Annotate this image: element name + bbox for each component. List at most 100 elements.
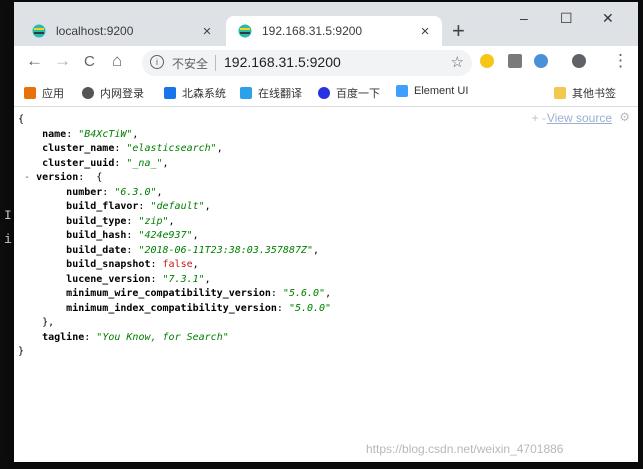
gear-icon[interactable]: ⚙: [619, 110, 630, 124]
json-key: build_hash: [66, 230, 127, 241]
json-key: version: [36, 172, 79, 183]
json-key: tagline: [42, 331, 85, 343]
bookmark-intranet-login[interactable]: 内网登录: [82, 85, 144, 101]
bookmark-star-icon[interactable]: ☆: [451, 53, 464, 71]
json-value: "zip": [138, 215, 169, 227]
security-label[interactable]: 不安全: [172, 55, 208, 72]
json-punctuation: }: [18, 346, 25, 357]
bookmark-beisen[interactable]: 北森系统: [164, 85, 226, 101]
json-value: "7.3.1": [162, 273, 205, 285]
json-value: "5.0.0": [288, 302, 332, 314]
json-value: "_na_": [126, 157, 163, 169]
bookmark-label: 应用: [42, 88, 64, 100]
tab-localhost[interactable]: localhost:9200 ×: [20, 16, 224, 46]
json-line: cluster_name: "elasticsearch",: [18, 142, 331, 157]
json-colon: :: [126, 215, 139, 227]
view-source-link[interactable]: View source: [547, 111, 612, 125]
json-punctuation: ,: [162, 157, 169, 169]
json-colon: :: [102, 186, 115, 198]
divider: [215, 55, 216, 71]
json-key: cluster_name: [42, 143, 115, 154]
json-colon: :: [126, 244, 139, 256]
tab-strip: localhost:9200 × 192.168.31.5:9200 × + –…: [14, 2, 638, 46]
url-text[interactable]: 192.168.31.5:9200: [224, 54, 341, 70]
json-line: build_flavor: "default",: [18, 200, 331, 215]
json-key: build_snapshot: [66, 259, 151, 270]
new-tab-button[interactable]: +: [452, 18, 465, 44]
json-punctuation: ,: [132, 128, 139, 140]
bookmark-apps[interactable]: 应用: [24, 85, 64, 101]
json-colon: :: [150, 273, 163, 285]
bookmark-b-icon: [164, 87, 176, 99]
json-key: build_date: [66, 244, 127, 256]
bookmark-element-ui[interactable]: Element UI: [396, 85, 468, 97]
json-colon: :: [126, 230, 139, 241]
elasticsearch-favicon-icon: [32, 24, 46, 38]
elasticsearch-favicon-icon: [238, 24, 252, 38]
json-punctuation: ,: [192, 259, 199, 270]
extension-icon[interactable]: [534, 54, 548, 68]
bookmark-translate[interactable]: 在线翻译: [240, 85, 302, 101]
home-button[interactable]: ⌂: [112, 51, 122, 71]
address-bar[interactable]: i 不安全 192.168.31.5:9200 ☆: [142, 50, 472, 76]
json-key: cluster_uuid: [42, 157, 115, 169]
back-button[interactable]: ←: [26, 51, 43, 71]
expand-collapse-controls[interactable]: + -: [532, 111, 546, 125]
json-colon: :: [114, 157, 127, 169]
json-punctuation: ,: [204, 201, 211, 212]
json-value: "elasticsearch": [126, 143, 217, 154]
tab-close-icon[interactable]: ×: [416, 23, 434, 40]
bookmark-other[interactable]: 其他书签: [554, 85, 616, 101]
json-line: }: [18, 345, 331, 360]
menu-button[interactable]: ⋮: [612, 51, 629, 71]
info-icon[interactable]: i: [150, 55, 164, 69]
extension-v-icon[interactable]: [508, 54, 522, 68]
json-key: build_flavor: [66, 201, 139, 212]
json-line: cluster_uuid: "_na_",: [18, 157, 331, 172]
bookmark-baidu[interactable]: 百度一下: [318, 85, 380, 101]
json-line: {: [18, 113, 331, 128]
json-punctuation: {: [18, 114, 25, 125]
profile-avatar-icon[interactable]: [572, 54, 586, 68]
reload-button[interactable]: C: [84, 53, 95, 70]
tab-close-icon[interactable]: ×: [198, 23, 216, 40]
element-ui-icon: [396, 85, 408, 97]
collapse-toggle[interactable]: -: [24, 172, 36, 183]
close-window-button[interactable]: ✕: [602, 10, 614, 27]
json-key: number: [66, 186, 103, 198]
tab-192-168-31-5[interactable]: 192.168.31.5:9200 ×: [226, 16, 442, 46]
minimize-button[interactable]: –: [520, 10, 528, 26]
maximize-button[interactable]: ☐: [560, 10, 573, 27]
forward-button[interactable]: →: [54, 51, 71, 71]
json-key: minimum_index_compatibility_version: [66, 302, 277, 314]
json-value: "default": [150, 201, 205, 212]
json-punctuation: ,: [325, 288, 332, 299]
json-value: "6.3.0": [114, 186, 157, 198]
bookmark-label: 其他书签: [572, 88, 616, 100]
page-content: + - View source ⚙ { name: "B4XcTiW", clu…: [14, 107, 638, 462]
json-colon: :: [114, 143, 127, 154]
json-value: "B4XcTiW": [78, 128, 133, 140]
translate-d-icon: [240, 87, 252, 99]
baidu-paw-icon: [318, 87, 330, 99]
extension-icon[interactable]: [480, 54, 494, 68]
terminal-glyph: i: [4, 232, 12, 247]
globe-icon: [82, 87, 94, 99]
json-colon: :: [78, 172, 91, 183]
tab-title: localhost:9200: [56, 24, 134, 38]
json-key: lucene_version: [66, 273, 151, 285]
tab-title: 192.168.31.5:9200: [262, 24, 363, 38]
bookmark-label: Element UI: [414, 85, 469, 97]
folder-icon: [554, 87, 566, 99]
